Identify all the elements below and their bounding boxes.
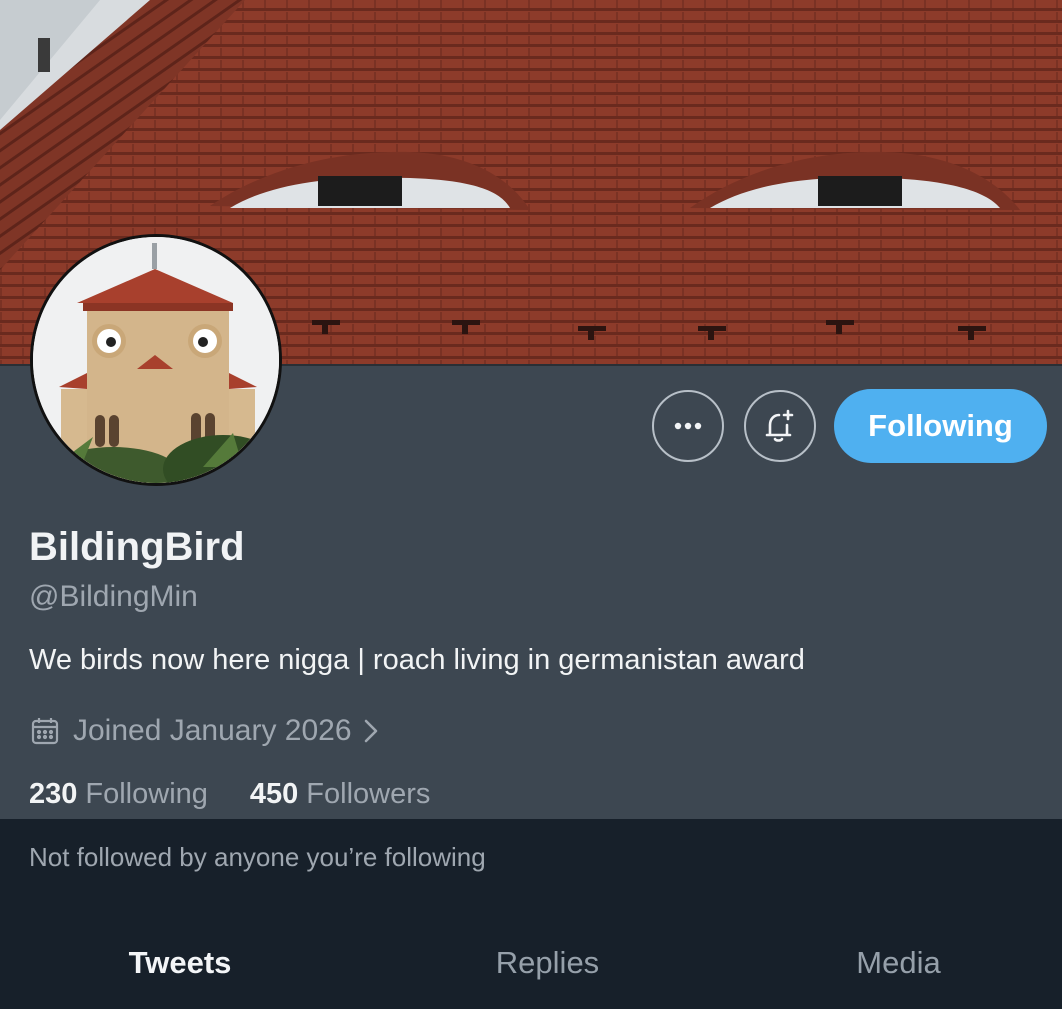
profile-bio: We birds now here nigga | roach living i… (29, 644, 805, 676)
more-icon (674, 422, 702, 430)
username: @BildingMin (29, 580, 198, 613)
following-count: 230 (29, 778, 78, 810)
tab-media[interactable]: Media (735, 945, 1062, 1009)
following-stat-link[interactable]: 230 Following (29, 778, 208, 811)
chevron-right-icon (364, 719, 377, 743)
followers-label: Followers (306, 778, 431, 810)
display-name: BildingBird (29, 525, 245, 569)
profile-tabs: Tweets Replies Media (0, 945, 1062, 1009)
following-button[interactable]: Following (834, 389, 1047, 463)
more-options-button[interactable] (652, 390, 724, 462)
calendar-icon (31, 718, 59, 745)
mutual-followers-note: Not followed by anyone you’re following (29, 842, 486, 872)
profile-avatar[interactable] (30, 234, 282, 486)
bell-plus-icon (765, 409, 794, 442)
follow-stats: 230 Following 450 Followers (29, 778, 430, 811)
joined-date-link[interactable]: Joined January 2026 (29, 711, 394, 751)
avatar-image (33, 237, 279, 483)
tab-replies[interactable]: Replies (360, 945, 735, 1009)
joined-date: Joined January 2026 (73, 714, 352, 747)
followers-stat-link[interactable]: 450 Followers (250, 778, 430, 811)
following-label: Following (85, 778, 208, 810)
tab-tweets[interactable]: Tweets (0, 945, 360, 1009)
followers-count: 450 (249, 778, 299, 810)
notifications-button[interactable] (744, 390, 816, 462)
